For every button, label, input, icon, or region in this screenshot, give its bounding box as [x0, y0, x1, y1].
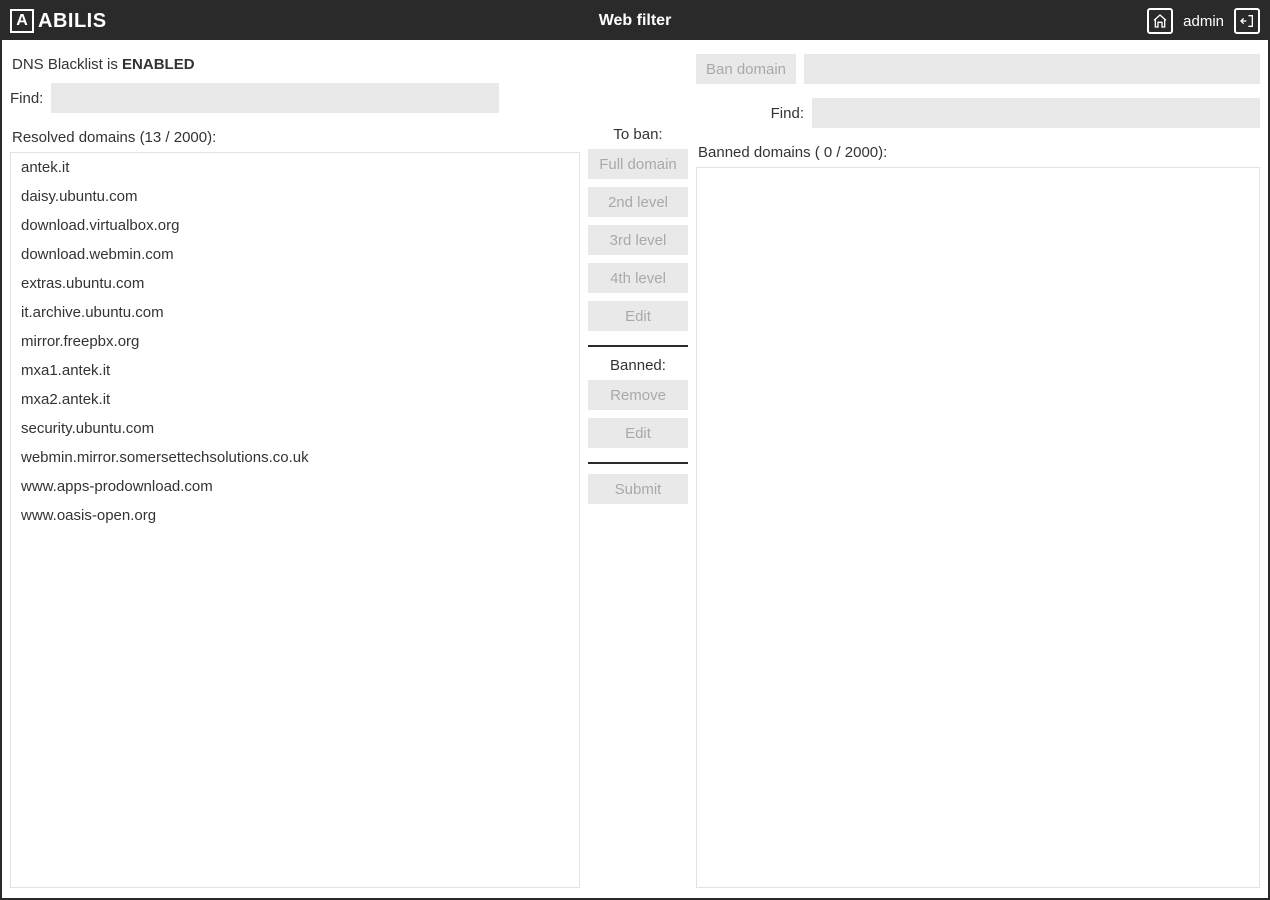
status-state: ENABLED — [122, 56, 195, 73]
resolved-find-row: Find: — [10, 83, 580, 113]
app-window: A ABILIS Web filter admin — [0, 0, 1270, 900]
header-right: admin — [1147, 8, 1260, 34]
fourth-level-button[interactable]: 4th level — [588, 263, 688, 293]
username-label: admin — [1183, 13, 1224, 30]
ban-domain-input[interactable] — [804, 54, 1260, 84]
status-prefix: DNS Blacklist is — [12, 56, 122, 73]
resolved-domains-list[interactable]: antek.itdaisy.ubuntu.comdownload.virtual… — [10, 152, 580, 888]
list-item[interactable]: it.archive.ubuntu.com — [11, 298, 579, 327]
list-item[interactable]: download.webmin.com — [11, 240, 579, 269]
content-body: DNS Blacklist is ENABLED Find: Resolved … — [2, 40, 1268, 898]
list-item[interactable]: mxa2.antek.it — [11, 385, 579, 414]
list-item[interactable]: antek.it — [11, 153, 579, 182]
list-item[interactable]: mxa1.antek.it — [11, 356, 579, 385]
second-level-button[interactable]: 2nd level — [588, 187, 688, 217]
list-item[interactable]: extras.ubuntu.com — [11, 269, 579, 298]
brand-logo[interactable]: A ABILIS — [10, 9, 107, 33]
resolved-list-title: Resolved domains (13 / 2000): — [10, 127, 580, 152]
list-item[interactable]: security.ubuntu.com — [11, 414, 579, 443]
banned-domains-list[interactable] — [696, 167, 1260, 888]
resolved-find-input[interactable] — [51, 83, 499, 113]
home-icon[interactable] — [1147, 8, 1173, 34]
divider-2 — [588, 462, 688, 464]
edit-toban-button[interactable]: Edit — [588, 301, 688, 331]
ban-domain-row: Ban domain — [696, 54, 1260, 84]
submit-button[interactable]: Submit — [588, 474, 688, 504]
brand-logo-icon: A — [10, 9, 34, 33]
banned-panel: Ban domain Find: Banned domains ( 0 / 20… — [696, 48, 1260, 888]
brand-name: ABILIS — [38, 10, 107, 33]
logout-icon[interactable] — [1234, 8, 1260, 34]
ban-domain-button[interactable]: Ban domain — [696, 54, 796, 84]
list-item[interactable]: www.apps-prodownload.com — [11, 472, 579, 501]
banned-find-input[interactable] — [812, 98, 1260, 128]
to-ban-label: To ban: — [613, 126, 662, 143]
actions-panel: To ban: Full domain 2nd level 3rd level … — [588, 48, 688, 888]
find-label-right: Find: — [771, 105, 804, 122]
full-domain-button[interactable]: Full domain — [588, 149, 688, 179]
find-label-left: Find: — [10, 90, 43, 107]
edit-banned-button[interactable]: Edit — [588, 418, 688, 448]
blacklist-status: DNS Blacklist is ENABLED — [10, 48, 580, 83]
list-item[interactable]: download.virtualbox.org — [11, 211, 579, 240]
list-item[interactable]: mirror.freepbx.org — [11, 327, 579, 356]
third-level-button[interactable]: 3rd level — [588, 225, 688, 255]
page-title: Web filter — [599, 12, 672, 30]
list-item[interactable]: daisy.ubuntu.com — [11, 182, 579, 211]
resolved-panel: DNS Blacklist is ENABLED Find: Resolved … — [10, 48, 580, 888]
banned-label: Banned: — [610, 357, 666, 374]
list-item[interactable]: www.oasis-open.org — [11, 501, 579, 530]
banned-list-title: Banned domains ( 0 / 2000): — [696, 142, 1260, 167]
list-item[interactable]: webmin.mirror.somersettechsolutions.co.u… — [11, 443, 579, 472]
divider-1 — [588, 345, 688, 347]
brand-logo-letter: A — [16, 13, 28, 29]
banned-find-row: Find: — [696, 98, 1260, 128]
remove-button[interactable]: Remove — [588, 380, 688, 410]
header-bar: A ABILIS Web filter admin — [2, 2, 1268, 40]
